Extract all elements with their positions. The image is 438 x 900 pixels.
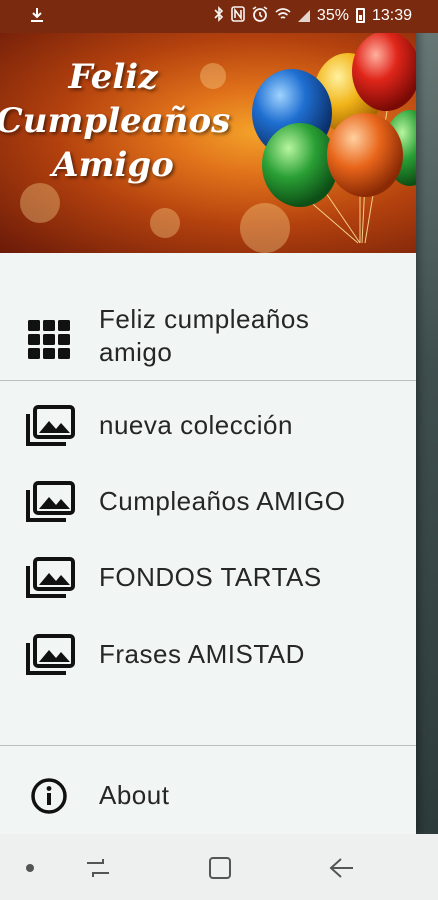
menu-item-label: About xyxy=(99,780,170,810)
battery-icon xyxy=(355,8,365,23)
grid-icon xyxy=(22,317,76,363)
alarm-icon xyxy=(252,6,268,25)
header-title: Feliz Cumpleaños Amigo xyxy=(0,55,238,187)
bluetooth-icon xyxy=(214,6,224,25)
navigation-drawer: Feliz Cumpleaños Amigo Feliz cumpleaños … xyxy=(0,0,416,834)
menu-item-feliz-cumpleanos-amigo[interactable]: Feliz cumpleaños amigo xyxy=(0,297,416,383)
photo-library-icon xyxy=(22,403,76,449)
menu-item-frases-amistad[interactable]: Frases AMISTAD xyxy=(0,622,416,688)
status-bar: 35% 13:39 xyxy=(0,0,438,33)
wifi-icon xyxy=(275,7,291,24)
header-title-line-1: Feliz xyxy=(68,57,158,97)
menu-item-fondos-tartas[interactable]: FONDOS TARTAS xyxy=(0,545,416,611)
menu-item-label: Feliz cumpleaños amigo xyxy=(99,304,310,367)
bokeh-light xyxy=(150,208,180,238)
dot-icon[interactable] xyxy=(10,854,50,882)
menu-item-cumpleanos-amigo[interactable]: Cumpleaños AMIGO xyxy=(0,469,416,535)
recent-apps-icon[interactable] xyxy=(78,854,118,882)
header-title-line-2: Cumpleaños xyxy=(0,101,231,141)
back-icon[interactable] xyxy=(322,854,362,882)
drawer-header: Feliz Cumpleaños Amigo xyxy=(0,33,416,253)
system-nav-bar xyxy=(0,834,438,900)
balloons-image xyxy=(252,33,416,244)
menu-item-label: FONDOS TARTAS xyxy=(99,562,322,592)
menu-item-about[interactable]: About xyxy=(0,763,416,829)
download-icon xyxy=(30,7,44,28)
divider xyxy=(0,745,416,746)
divider xyxy=(0,380,416,381)
bokeh-light xyxy=(20,183,60,223)
nfc-icon xyxy=(231,6,245,25)
photo-library-icon xyxy=(22,555,76,601)
menu-item-label: Frases AMISTAD xyxy=(99,639,305,669)
signal-icon xyxy=(297,9,310,22)
menu-item-label: nueva colección xyxy=(99,410,293,440)
photo-library-icon xyxy=(22,632,76,678)
home-icon[interactable] xyxy=(200,854,240,882)
menu-item-label: Cumpleaños AMIGO xyxy=(99,486,346,516)
info-icon xyxy=(22,773,76,819)
header-title-line-3: Amigo xyxy=(52,145,174,185)
photo-library-icon xyxy=(22,479,76,525)
battery-percent: 35% xyxy=(316,6,349,24)
clock: 13:39 xyxy=(371,6,412,24)
menu-item-nueva-coleccion[interactable]: nueva colección xyxy=(0,393,416,459)
